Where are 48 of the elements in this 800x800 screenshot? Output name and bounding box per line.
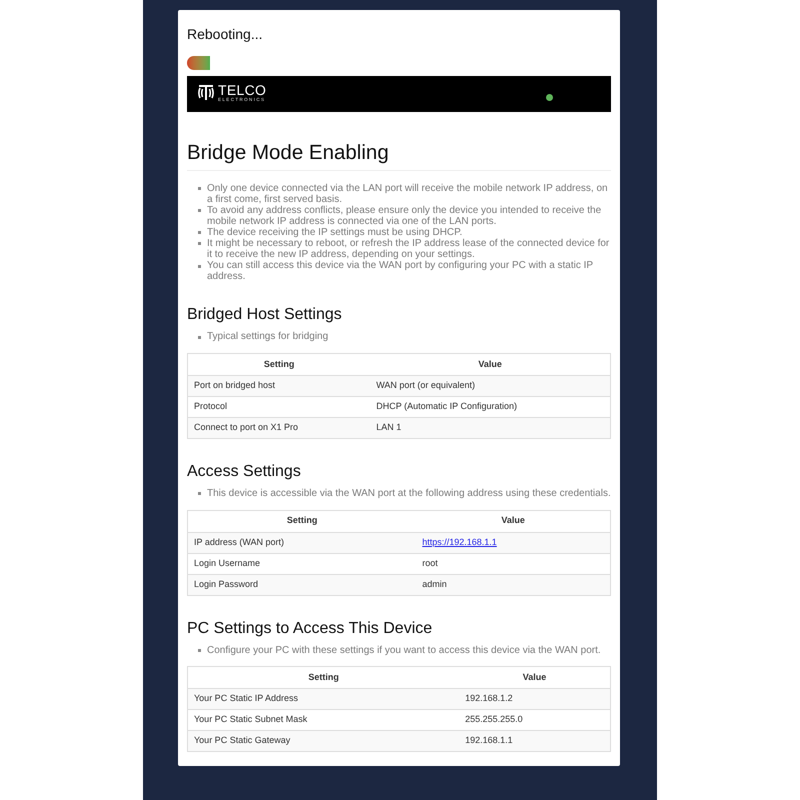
table-cell: Port on bridged host — [188, 375, 370, 396]
square-bullet-icon — [198, 336, 201, 339]
list-item-text: You can still access this device via the WAN port by configuring your PC with a static IP address. — [207, 260, 594, 282]
table-header-cell: Value — [416, 510, 610, 532]
square-bullet-icon — [198, 209, 201, 212]
table-cell: admin — [416, 574, 610, 596]
list-item-text: It might be necessary to reboot, or refresh the IP address lease of the connected device for it to receive the new IP address, depending on your settings. — [207, 238, 610, 260]
section-heading: Bridge Mode Enabling — [187, 141, 611, 171]
section-heading: Bridged Host Settings — [187, 305, 343, 324]
gradient-pill-icon — [187, 56, 210, 70]
table-cell: 192.168.1.2 — [459, 688, 610, 710]
table-cell: root — [416, 553, 610, 574]
list-item-text: Configure your PC with these settings if you want to access this device via the WAN port. — [207, 644, 601, 656]
table-cell: WAN port (or equivalent) — [370, 375, 610, 396]
status-title: Rebooting... — [187, 26, 264, 43]
table-header-cell: Value — [370, 353, 610, 376]
square-bullet-icon — [198, 242, 201, 246]
square-bullet-icon — [198, 187, 201, 190]
square-bullet-icon — [198, 231, 201, 234]
table-cell: Login Username — [188, 553, 416, 574]
square-bullet-icon — [198, 492, 201, 496]
list-item-text: This device is accessible via the WAN port at the following address using these credentials. — [207, 488, 611, 500]
table-cell: Connect to port on X1 Pro — [188, 417, 370, 438]
list-item-text: To avoid any address conflicts, please ensure only the device you intended to receive the mobile network IP address is connected via one of the LAN ports. — [207, 204, 602, 227]
table-cell: LAN 1 — [370, 417, 610, 438]
square-bullet-icon — [198, 649, 201, 652]
table-cell: Login Password — [188, 574, 416, 596]
table-header-cell: Value — [459, 666, 610, 689]
table-cell: 255.255.255.0 — [459, 710, 610, 731]
section-heading: PC Settings to Access This Device — [187, 618, 434, 638]
table-cell: Your PC Static Gateway — [188, 730, 460, 752]
list-item-text: Typical settings for bridging — [207, 331, 328, 342]
section-heading: Access Settings — [187, 462, 302, 481]
table-header-cell: Setting — [188, 353, 370, 376]
table-cell: IP address (WAN port) — [188, 532, 416, 554]
logo-icon — [197, 84, 215, 101]
table-cell: DHCP (Automatic IP Configuration) — [370, 396, 610, 418]
brand-name: TELCO — [218, 84, 266, 96]
table-cell: 192.168.1.1 — [459, 730, 610, 752]
table-cell: Your PC Static Subnet Mask — [188, 710, 460, 731]
address-link[interactable]: https://192.168.1.1 — [422, 536, 497, 547]
table-cell: Protocol — [188, 396, 370, 418]
list-item-text: The device receiving the IP settings must be using DHCP. — [207, 226, 462, 238]
square-bullet-icon — [198, 264, 201, 268]
table-header-cell: Setting — [188, 666, 460, 689]
table-header-cell: Setting — [188, 510, 416, 532]
table-cell: Your PC Static IP Address — [188, 688, 460, 710]
list-item-text: Only one device connected via the LAN port will receive the mobile network IP address, on a first come, first served basis. — [207, 182, 609, 205]
